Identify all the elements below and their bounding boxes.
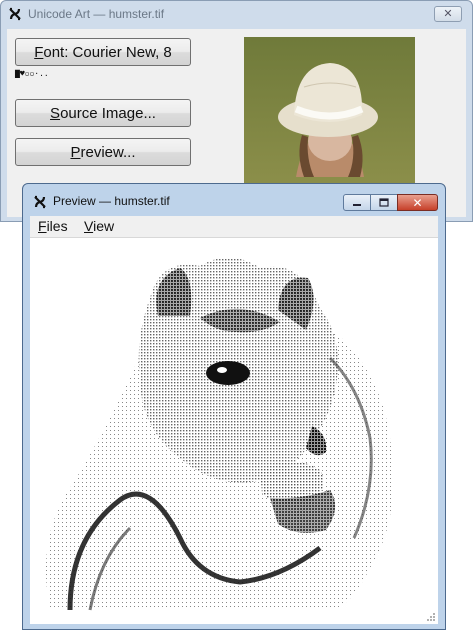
resize-grip-icon[interactable]: [426, 612, 436, 622]
aleph-app-icon: [7, 6, 23, 22]
close-button[interactable]: ✕: [397, 194, 438, 211]
ascii-art-canvas: [30, 238, 438, 624]
preview-window: Preview — humster.tif ✕ Files View: [22, 183, 446, 630]
close-icon: ✕: [412, 195, 423, 210]
maximize-icon: [379, 198, 389, 207]
minimize-icon: [353, 203, 361, 206]
preview-window-title: Preview — humster.tif: [53, 194, 170, 208]
aleph-app-icon: [32, 194, 48, 210]
source-image-thumbnail: [244, 37, 415, 187]
source-image-button[interactable]: Source Image...: [15, 99, 191, 127]
font-sample-preview: ▇♥▫▫·..: [15, 69, 49, 78]
menu-view[interactable]: View: [84, 218, 114, 234]
minimize-button[interactable]: [343, 194, 371, 211]
maximize-button[interactable]: [370, 194, 398, 211]
main-window-titlebar[interactable]: Unicode Art — humster.tif ✕: [1, 1, 472, 27]
hamster-ascii-art: [45, 257, 394, 611]
main-window-title: Unicode Art — humster.tif: [28, 7, 165, 21]
main-close-button[interactable]: ✕: [434, 6, 462, 22]
font-button[interactable]: Font: Courier New, 8: [15, 38, 191, 66]
menu-bar: Files View: [30, 216, 438, 238]
preview-button[interactable]: Preview...: [15, 138, 191, 166]
menu-files[interactable]: Files: [38, 218, 68, 234]
close-icon: ✕: [443, 7, 453, 20]
